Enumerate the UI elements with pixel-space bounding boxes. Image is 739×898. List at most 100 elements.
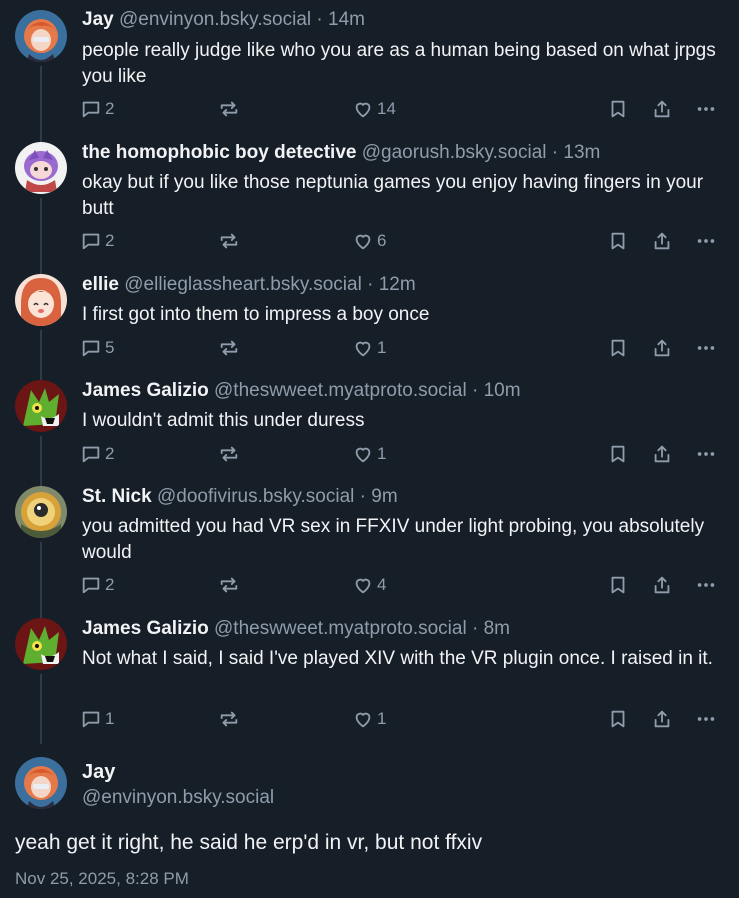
meta-separator: · [359,486,366,507]
like-button[interactable]: 1 [352,706,386,732]
more-options-button[interactable] [695,572,717,598]
post-time[interactable]: 13m [563,142,600,163]
repost-icon [220,101,238,117]
reply-button[interactable]: 2 [80,572,114,598]
thread-line [40,370,42,380]
like-button[interactable]: 14 [352,96,396,122]
meta-separator: · [316,9,323,30]
author-name[interactable]: Jay [82,9,114,30]
meta-separator: · [551,142,559,163]
reply-icon [82,340,100,357]
meta-separator: · [471,380,479,401]
post-actions: 1 1 [78,706,728,732]
avatar[interactable] [15,380,67,432]
share-button[interactable] [651,96,673,122]
post-actions: 5 1 [78,335,728,361]
share-icon [654,232,670,250]
share-button[interactable] [651,335,673,361]
post-timestamp[interactable]: Nov 25, 2025, 8:28 PM [15,868,189,890]
post-time[interactable]: 10m [484,380,521,401]
share-button[interactable] [651,572,673,598]
author-handle[interactable]: @envinyon.bsky.social [119,9,311,30]
repost-button[interactable] [218,228,243,254]
thread-reply-post[interactable]: Jay @envinyon.bsky.social · 14m people r… [0,0,739,132]
reply-button[interactable]: 2 [80,441,114,467]
bookmark-button[interactable] [607,228,629,254]
reply-count: 2 [105,575,115,594]
author-handle[interactable]: @doofivirus.bsky.social [157,486,354,507]
share-icon [654,100,670,118]
reply-icon [82,101,100,118]
post-text: okay but if you like those neptunia game… [82,172,704,219]
meta-separator: · [471,618,479,639]
share-button[interactable] [651,228,673,254]
post-time[interactable]: 9m [371,486,397,507]
author-handle[interactable]: @theswweet.myatproto.social [214,618,467,639]
like-button[interactable]: 1 [352,441,386,467]
repost-button[interactable] [218,706,243,732]
like-button[interactable]: 1 [352,335,386,361]
bookmark-button[interactable] [607,335,629,361]
thread-reply-post[interactable]: St. Nick @doofivirus.bsky.social · 9m yo… [0,476,739,608]
post-time[interactable]: 14m [328,9,365,30]
reply-button[interactable]: 5 [80,335,114,361]
repost-button[interactable] [218,96,243,122]
bookmark-button[interactable] [607,706,629,732]
thread-reply-post[interactable]: James Galizio @theswweet.myatproto.socia… [0,608,739,744]
author-name[interactable]: ellie [82,274,119,295]
share-button[interactable] [651,706,673,732]
thread-reply-post[interactable]: the homophobic boy detective @gaorush.bs… [0,132,739,264]
thread-reply-post[interactable]: ellie @ellieglassheart.bsky.social · 12m… [0,264,739,370]
repost-icon [220,446,238,462]
more-options-button[interactable] [695,335,717,361]
share-button[interactable] [651,441,673,467]
repost-icon [220,577,238,593]
more-options-button[interactable] [695,96,717,122]
author-name[interactable]: James Galizio [82,380,209,401]
bookmark-button[interactable] [607,572,629,598]
avatar[interactable] [15,486,67,538]
avatar[interactable] [15,757,67,809]
author-name[interactable]: the homophobic boy detective [82,142,356,163]
meta-separator: · [367,274,374,295]
like-button[interactable]: 4 [352,572,386,598]
thread-reply-post[interactable]: James Galizio @theswweet.myatproto.socia… [0,370,739,476]
bookmark-button[interactable] [607,96,629,122]
share-icon [654,576,670,594]
like-icon [355,341,371,357]
bookmark-icon [611,445,625,463]
avatar[interactable] [15,10,67,62]
post-time[interactable]: 12m [379,274,416,295]
thread-line [40,436,42,476]
repost-button[interactable] [218,572,243,598]
more-options-button[interactable] [695,228,717,254]
repost-button[interactable] [218,335,243,361]
thread-line [40,608,42,618]
author-name[interactable]: James Galizio [82,618,209,639]
author-handle[interactable]: @theswweet.myatproto.social [214,380,467,401]
author-handle[interactable]: @gaorush.bsky.social [362,142,547,163]
repost-button[interactable] [218,441,243,467]
author-name[interactable]: Jay [82,760,115,784]
reply-button[interactable]: 2 [80,228,114,254]
thread-line [40,198,42,264]
reply-button[interactable]: 2 [80,96,114,122]
share-icon [654,339,670,357]
reply-button[interactable]: 1 [80,706,114,732]
more-icon [697,717,715,721]
more-options-button[interactable] [695,441,717,467]
post-time[interactable]: 8m [484,618,510,639]
avatar[interactable] [15,618,67,670]
author-handle[interactable]: @ellieglassheart.bsky.social [124,274,362,295]
share-icon [654,710,670,728]
like-button[interactable]: 6 [352,228,386,254]
author-name[interactable]: St. Nick [82,486,152,507]
avatar[interactable] [15,142,67,194]
more-options-button[interactable] [695,706,717,732]
post-text: people really judge like who you are as … [82,40,716,87]
avatar[interactable] [15,274,67,326]
like-count: 1 [377,338,387,357]
author-handle[interactable]: @envinyon.bsky.social [82,786,274,810]
bookmark-icon [611,100,625,118]
bookmark-button[interactable] [607,441,629,467]
